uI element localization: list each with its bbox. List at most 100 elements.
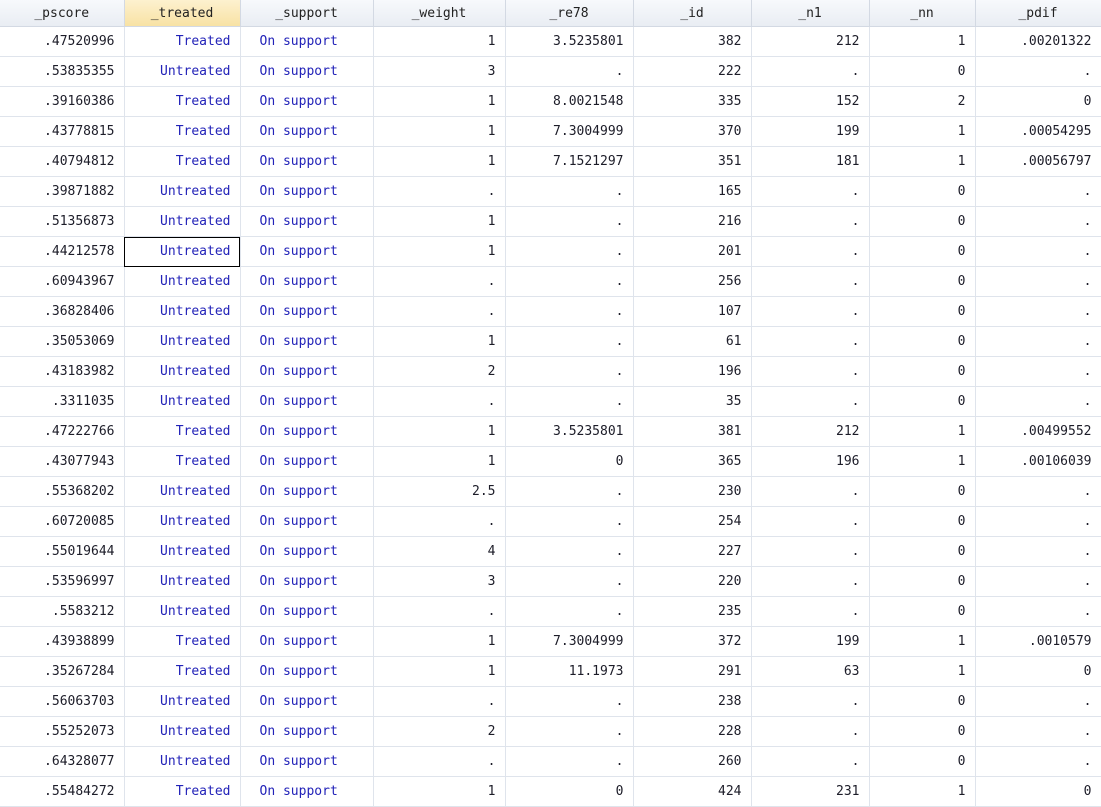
cell-treated[interactable]: Untreated <box>124 476 241 507</box>
cell-weight[interactable]: 1 <box>373 326 506 357</box>
cell-pscore[interactable]: .51356873 <box>0 206 125 237</box>
cell-n1[interactable]: . <box>751 596 870 627</box>
cell-id[interactable]: 381 <box>633 416 752 447</box>
cell-pdif[interactable]: . <box>975 746 1101 777</box>
cell-treated[interactable]: Treated <box>124 86 241 117</box>
cell-weight[interactable]: 1 <box>373 776 506 807</box>
cell-nn[interactable]: 0 <box>869 716 976 747</box>
cell-nn[interactable]: 1 <box>869 116 976 147</box>
cell-id[interactable]: 235 <box>633 596 752 627</box>
cell-support[interactable]: On support <box>240 236 374 267</box>
cell-support[interactable]: On support <box>240 596 374 627</box>
cell-treated[interactable]: Treated <box>124 116 241 147</box>
cell-weight[interactable]: 2 <box>373 716 506 747</box>
cell-pscore[interactable]: .39160386 <box>0 86 125 117</box>
cell-support[interactable]: On support <box>240 416 374 447</box>
cell-pscore[interactable]: .55019644 <box>0 536 125 567</box>
cell-weight[interactable]: 1 <box>373 446 506 477</box>
cell-treated[interactable]: Untreated <box>124 536 241 567</box>
cell-n1[interactable]: 231 <box>751 776 870 807</box>
cell-support[interactable]: On support <box>240 116 374 147</box>
cell-n1[interactable]: . <box>751 566 870 597</box>
cell-nn[interactable]: 0 <box>869 566 976 597</box>
cell-id[interactable]: 260 <box>633 746 752 777</box>
cell-support[interactable]: On support <box>240 176 374 207</box>
cell-re78[interactable]: . <box>505 476 634 507</box>
cell-pscore[interactable]: .60943967 <box>0 266 125 297</box>
cell-weight[interactable]: 1 <box>373 206 506 237</box>
cell-weight[interactable]: . <box>373 686 506 717</box>
cell-re78[interactable]: . <box>505 206 634 237</box>
cell-re78[interactable]: . <box>505 506 634 537</box>
cell-id[interactable]: 370 <box>633 116 752 147</box>
cell-support[interactable]: On support <box>240 716 374 747</box>
cell-weight[interactable]: 1 <box>373 116 506 147</box>
cell-n1[interactable]: . <box>751 356 870 387</box>
cell-support[interactable]: On support <box>240 656 374 687</box>
cell-support[interactable]: On support <box>240 56 374 87</box>
cell-n1[interactable]: . <box>751 476 870 507</box>
cell-re78[interactable]: . <box>505 356 634 387</box>
cell-nn[interactable]: 0 <box>869 386 976 417</box>
cell-nn[interactable]: 1 <box>869 776 976 807</box>
cell-treated[interactable]: Treated <box>124 146 241 177</box>
cell-support[interactable]: On support <box>240 356 374 387</box>
cell-weight[interactable]: 1 <box>373 146 506 177</box>
cell-treated[interactable]: Untreated <box>124 266 241 297</box>
cell-support[interactable]: On support <box>240 266 374 297</box>
cell-re78[interactable]: . <box>505 746 634 777</box>
cell-id[interactable]: 424 <box>633 776 752 807</box>
cell-pdif[interactable]: .00056797 <box>975 146 1101 177</box>
cell-support[interactable]: On support <box>240 776 374 807</box>
column-header-re78[interactable]: _re78 <box>505 0 634 27</box>
cell-pdif[interactable]: . <box>975 176 1101 207</box>
cell-support[interactable]: On support <box>240 476 374 507</box>
cell-weight[interactable]: 2 <box>373 356 506 387</box>
cell-treated[interactable]: Untreated <box>124 746 241 777</box>
cell-pdif[interactable]: . <box>975 296 1101 327</box>
cell-support[interactable]: On support <box>240 506 374 537</box>
cell-weight[interactable]: . <box>373 596 506 627</box>
cell-pscore[interactable]: .40794812 <box>0 146 125 177</box>
cell-re78[interactable]: . <box>505 56 634 87</box>
cell-pscore[interactable]: .53835355 <box>0 56 125 87</box>
cell-n1[interactable]: . <box>751 686 870 717</box>
cell-nn[interactable]: 0 <box>869 746 976 777</box>
cell-id[interactable]: 228 <box>633 716 752 747</box>
cell-pscore[interactable]: .36828406 <box>0 296 125 327</box>
cell-treated[interactable]: Untreated <box>124 176 241 207</box>
cell-n1[interactable]: . <box>751 326 870 357</box>
cell-n1[interactable]: 212 <box>751 26 870 57</box>
cell-weight[interactable]: 1 <box>373 86 506 117</box>
cell-re78[interactable]: . <box>505 536 634 567</box>
cell-re78[interactable]: . <box>505 596 634 627</box>
cell-id[interactable]: 351 <box>633 146 752 177</box>
cell-id[interactable]: 216 <box>633 206 752 237</box>
cell-n1[interactable]: . <box>751 716 870 747</box>
cell-nn[interactable]: 0 <box>869 56 976 87</box>
cell-weight[interactable]: 3 <box>373 566 506 597</box>
cell-support[interactable]: On support <box>240 26 374 57</box>
column-header-support[interactable]: _support <box>240 0 374 27</box>
cell-nn[interactable]: 0 <box>869 476 976 507</box>
cell-pdif[interactable]: . <box>975 536 1101 567</box>
cell-id[interactable]: 382 <box>633 26 752 57</box>
cell-pdif[interactable]: . <box>975 266 1101 297</box>
cell-n1[interactable]: . <box>751 506 870 537</box>
cell-id[interactable]: 196 <box>633 356 752 387</box>
cell-pdif[interactable]: . <box>975 476 1101 507</box>
cell-pdif[interactable]: .00499552 <box>975 416 1101 447</box>
cell-nn[interactable]: 0 <box>869 236 976 267</box>
cell-n1[interactable]: 199 <box>751 626 870 657</box>
cell-treated[interactable]: Untreated <box>124 566 241 597</box>
cell-id[interactable]: 61 <box>633 326 752 357</box>
cell-nn[interactable]: 0 <box>869 506 976 537</box>
cell-re78[interactable]: . <box>505 266 634 297</box>
cell-support[interactable]: On support <box>240 86 374 117</box>
cell-weight[interactable]: . <box>373 386 506 417</box>
cell-n1[interactable]: . <box>751 746 870 777</box>
cell-support[interactable]: On support <box>240 746 374 777</box>
cell-treated[interactable]: Treated <box>124 656 241 687</box>
cell-id[interactable]: 335 <box>633 86 752 117</box>
cell-nn[interactable]: 0 <box>869 686 976 717</box>
